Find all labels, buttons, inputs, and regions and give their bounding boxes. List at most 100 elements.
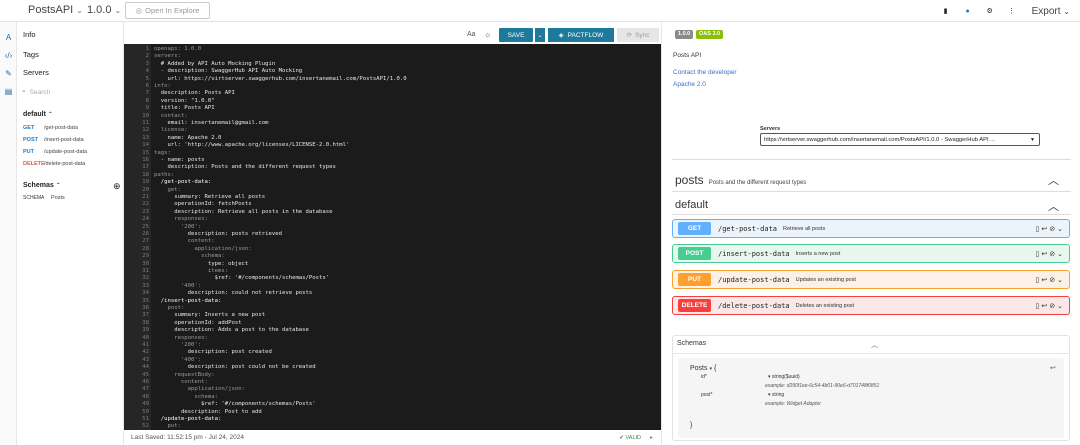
code-text: summary: Inserts a new post [154, 312, 266, 319]
sidebar-item-servers[interactable]: Servers [23, 68, 49, 77]
save-button[interactable]: SAVE [499, 28, 533, 42]
tag-default-header[interactable]: default [675, 199, 708, 211]
sidebar-item-tags[interactable]: Tags [23, 50, 39, 59]
contact-developer-link[interactable]: Contact the developer [673, 69, 737, 76]
sidebar-schema-posts[interactable]: SCHEMA Posts [23, 195, 65, 201]
code-text: # Added by API Auto Mocking Plugin [154, 60, 276, 67]
sidebar-item-info[interactable]: Info [23, 30, 36, 39]
document-icon[interactable]: ▮ [940, 5, 952, 17]
edit-icon[interactable]: ✎ [0, 64, 17, 82]
return-icon[interactable]: ↩ [1050, 364, 1056, 372]
line-number: 42 [142, 349, 149, 356]
model-open-brace: { [713, 365, 717, 372]
line-number: 33 [142, 282, 149, 289]
code-line: 21 summary: Retrieve all posts [124, 194, 661, 201]
operation-delete[interactable]: DELETE/delete-post-data Deletes an existi… [672, 296, 1070, 315]
operation-post[interactable]: POST/insert-post-data Inserts a new post ▯… [672, 244, 1070, 263]
sidebar-endpoint[interactable]: POST/insert-post-data [23, 137, 84, 143]
line-number: 10 [142, 112, 149, 119]
line-number: 3 [145, 60, 149, 67]
add-schema-icon[interactable]: ⊕ [113, 181, 121, 192]
sidebar-endpoint[interactable]: DELETE/delete-post-data [23, 161, 85, 167]
pactflow-label: PACTFLOW [567, 31, 604, 39]
code-icon[interactable]: ‹/› [0, 46, 17, 64]
line-number: 34 [142, 290, 149, 297]
chevron-up-icon[interactable]: ︿ [1048, 172, 1059, 188]
line-number: 9 [145, 105, 149, 112]
valid-indicator[interactable]: ✔ VALID [619, 435, 641, 441]
sidebar-endpoint[interactable]: PUT/update-post-data [23, 149, 87, 155]
servers-select[interactable]: https://virtserver.swaggerhub.com/insert… [760, 133, 1040, 146]
license-link[interactable]: Apache 2.0 [673, 81, 706, 88]
sidebar-group-default[interactable]: default ⌃ [23, 111, 53, 118]
line-number: 24 [142, 216, 149, 223]
model-title[interactable]: Posts ▾ { [690, 365, 716, 372]
code-text: responses: [154, 216, 208, 223]
search-input[interactable]: Search [30, 89, 51, 96]
pactflow-button[interactable]: ◈ PACTFLOW [548, 28, 614, 42]
version-dropdown[interactable]: 1.0.0 ⌄ [87, 4, 121, 16]
export-menu[interactable]: Export ⌄ [1032, 6, 1070, 17]
operation-put[interactable]: PUT/update-post-data Updates an existing … [672, 270, 1070, 289]
sidebar-group-schemas[interactable]: Schemas ⌃ [23, 182, 61, 189]
line-number: 22 [142, 201, 149, 208]
line-number: 19 [142, 179, 149, 186]
sidebar-endpoint[interactable]: GET/get-post-data [23, 125, 78, 131]
drop-icon[interactable]: ● [962, 5, 974, 17]
line-number: 41 [142, 342, 149, 348]
api-icon[interactable]: A [0, 28, 17, 46]
field-id-type[interactable]: ▾ string($uuid) [768, 374, 800, 380]
font-size-icon[interactable]: Aa [467, 31, 476, 38]
chevron-up-icon: ⌃ [47, 112, 53, 118]
settings-icon[interactable]: ⚙ [984, 5, 996, 17]
operation-method: DELETE [678, 299, 711, 312]
search-icon: ⌕ [22, 88, 26, 95]
operation-actions-icon[interactable]: ▯↩⊘⌄ [1036, 250, 1065, 258]
chevron-up-icon[interactable]: ︿ [1048, 198, 1059, 214]
code-text: version: "1.0.0" [154, 97, 215, 104]
theme-icon[interactable]: ☼ [484, 30, 491, 39]
code-line: 6 info: [124, 83, 661, 90]
code-text: paths: [154, 171, 175, 178]
code-line: 30 type: object [124, 261, 661, 268]
field-post-type[interactable]: ▾ string [768, 392, 784, 398]
status-bar: Last Saved: 11:52:15 pm - Jul 24, 2024 ✔… [124, 430, 661, 445]
chevron-up-icon[interactable]: ︿ [871, 340, 878, 350]
code-text: tags: [154, 149, 171, 156]
line-number: 32 [142, 275, 149, 282]
code-text: description: Retrieve all posts in the d… [154, 208, 333, 215]
operation-actions-icon[interactable]: ▯↩⊘⌄ [1036, 225, 1065, 233]
line-number: 1 [145, 46, 149, 52]
endpoint-method: DELETE [23, 161, 45, 167]
tag-posts-header[interactable]: posts Posts and the different request typ… [675, 173, 806, 187]
code-text: email: insertanemail@gmail.com [154, 120, 269, 126]
operation-actions-icon[interactable]: ▯↩⊘⌄ [1036, 276, 1065, 284]
docs-icon[interactable]: ▤ [0, 82, 17, 100]
code-line: 25 '200': [124, 224, 661, 231]
operation-get[interactable]: GET/get-post-data Retrieve all posts ▯↩⊘⌄ [672, 219, 1070, 238]
open-in-explore-button[interactable]: ◎ Open In Explore [125, 2, 210, 19]
chevron-down-icon: ⌄ [1063, 6, 1070, 16]
oas-badge: OAS 3.0 [696, 30, 724, 39]
code-editor[interactable]: 1 openapi: 1.0.0 2 servers: 3 # Added by API… [124, 44, 661, 430]
code-line: 43 '400': [124, 357, 661, 364]
divider [672, 159, 1071, 160]
code-line: 40 responses: [124, 335, 661, 342]
save-options-button[interactable]: ⌄ [535, 28, 545, 42]
line-number: 16 [142, 157, 149, 163]
line-number: 38 [142, 319, 149, 326]
sync-button[interactable]: ⟳ Sync [617, 28, 659, 42]
operation-actions-icon[interactable]: ▯↩⊘⌄ [1036, 302, 1065, 310]
divider [672, 214, 1071, 215]
schema-tag: SCHEMA [23, 195, 45, 201]
operation-path: /update-post-data [718, 275, 790, 284]
api-name-dropdown[interactable]: PostsAPI ⌄ [28, 4, 83, 16]
sidebar-search[interactable]: ⌕ Search [22, 85, 120, 99]
line-number: 23 [142, 208, 149, 215]
chevron-down-icon: ⌄ [537, 32, 543, 39]
more-icon[interactable]: ⋮ [1006, 5, 1018, 17]
code-text: description: post created [154, 349, 272, 356]
schemas-header[interactable]: Schemas [677, 340, 706, 347]
code-text: description: posts retrieved [154, 231, 282, 237]
expand-icon[interactable]: ▸ [650, 434, 653, 441]
